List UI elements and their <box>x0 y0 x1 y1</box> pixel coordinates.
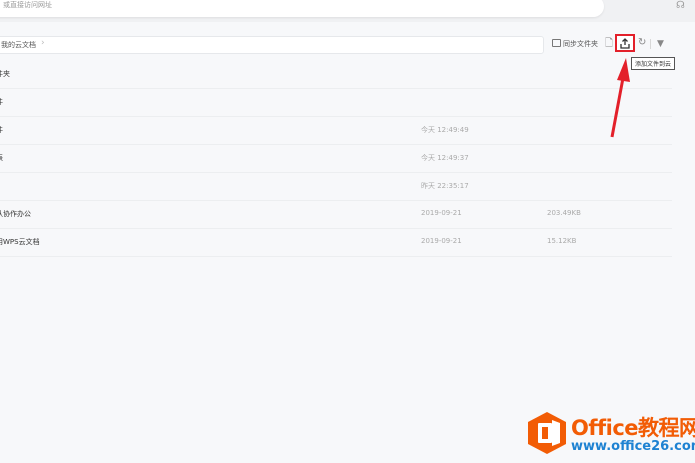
office-logo-icon <box>528 412 566 454</box>
watermark-logo: Office教程网 www.office26.com <box>526 410 695 460</box>
watermark-brand: Office教程网 <box>571 416 695 440</box>
watermark-url: www.office26.com <box>571 439 695 454</box>
annotation-arrow <box>610 58 630 138</box>
